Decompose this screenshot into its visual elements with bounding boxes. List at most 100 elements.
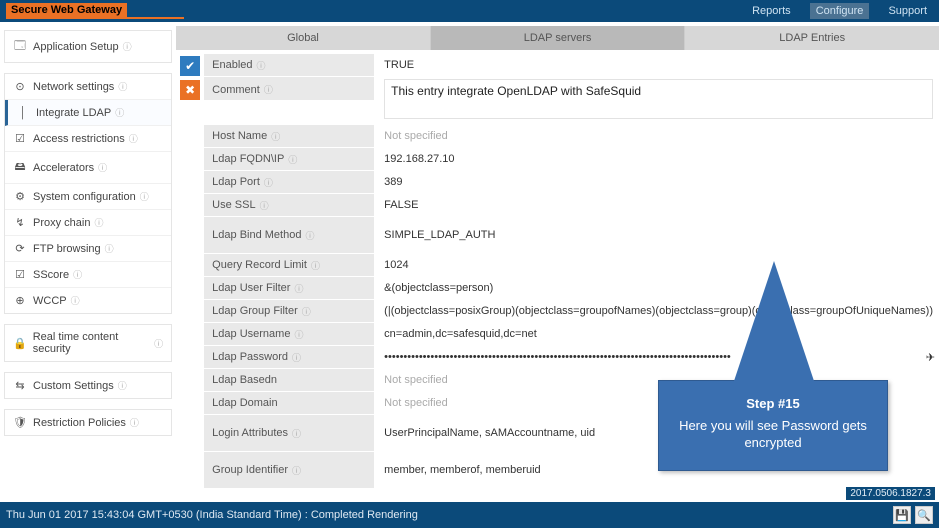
chain-icon: ↯ [13, 216, 27, 229]
callout-text: Here you will see Password gets encrypte… [679, 418, 867, 451]
label-password: Ldap Password [212, 351, 288, 363]
info-icon: ⓘ [288, 153, 297, 166]
brand-label: Secure Web Gateway [6, 3, 127, 17]
value-fqdn[interactable]: 192.168.27.10 [374, 148, 939, 170]
window-icon: 🗔 [13, 37, 27, 56]
drive-icon: 🖴 [13, 158, 27, 177]
top-bar: Secure Web Gateway Reports Configure Sup… [0, 0, 939, 22]
sidebar-item-wccp[interactable]: ⊕ WCCP ⓘ [5, 288, 171, 313]
callout-step: Step #15 [671, 395, 875, 413]
annotation-callout: Step #15 Here you will see Password gets… [658, 380, 888, 471]
sidebar-item-label: WCCP [33, 295, 67, 307]
info-icon: ⓘ [115, 106, 124, 119]
nav-configure[interactable]: Configure [810, 3, 870, 19]
row-actions: ✔ ✖ [180, 56, 200, 100]
sidebar-item-label: Proxy chain [33, 217, 90, 229]
label-ssl: Use SSL [212, 199, 255, 211]
label-comment: Comment [212, 84, 260, 96]
info-icon: ⓘ [264, 176, 273, 189]
sidebar: 🗔 Application Setup ⓘ ⊙ Network settings ⓘ │… [0, 22, 176, 502]
target-icon: ⊙ [13, 80, 27, 93]
textarea-comment[interactable] [384, 79, 933, 119]
sidebar-item-ftp[interactable]: ⟳FTP browsingⓘ [5, 236, 171, 262]
nav-reports[interactable]: Reports [746, 3, 797, 19]
info-icon: ⓘ [294, 282, 303, 295]
info-icon: ⓘ [98, 161, 107, 174]
brand-wrap: Secure Web Gateway [6, 4, 184, 19]
gear-icon: ⚙ [13, 190, 27, 203]
tab-ldap-servers[interactable]: LDAP servers [431, 26, 686, 50]
info-icon: ⓘ [292, 427, 301, 440]
circle-icon: ⊕ [13, 294, 27, 307]
info-icon: ⓘ [302, 305, 311, 318]
sidebar-item-access[interactable]: ☑ Access restrictions ⓘ [5, 126, 171, 152]
info-icon: ⓘ [305, 229, 314, 242]
sidebar-item-restriction[interactable]: 🛡Restriction Policiesⓘ [5, 410, 171, 435]
sidebar-item-system[interactable]: ⚙ System configuration ⓘ [5, 184, 171, 210]
value-password[interactable]: ••••••••••••••••••••••••••••••••••••••••… [374, 346, 939, 368]
info-icon: ⓘ [118, 80, 127, 93]
info-icon: ⓘ [123, 40, 132, 53]
send-icon: ✈ [926, 351, 935, 364]
sidebar-item-label: Real time content security [33, 331, 150, 355]
sidebar-item-realtime[interactable]: 🔒 Real time content security ⓘ [5, 325, 171, 361]
info-icon: ⓘ [264, 83, 273, 96]
sidebar-item-label: SScore [33, 269, 69, 281]
info-icon: ⓘ [154, 337, 163, 350]
label-domain: Ldap Domain [204, 392, 374, 414]
sidebar-item-custom[interactable]: ⇆Custom Settingsⓘ [5, 373, 171, 398]
label-username: Ldap Username [212, 328, 290, 340]
value-qrl[interactable]: 1024 [374, 254, 939, 276]
save-button[interactable]: 💾 [893, 506, 911, 524]
info-icon: ⓘ [73, 268, 82, 281]
label-fqdn: Ldap FQDN\IP [212, 153, 284, 165]
label-basedn: Ldap Basedn [204, 369, 374, 391]
info-icon: ⓘ [257, 59, 266, 72]
info-icon: ⓘ [71, 294, 80, 307]
check-icon: ☑ [13, 132, 27, 145]
version-label: 2017.0506.1827.3 [846, 487, 935, 500]
value-enabled[interactable]: TRUE [374, 54, 939, 76]
value-userfilter[interactable]: &(objectclass=person) [374, 277, 939, 299]
value-bind[interactable]: SIMPLE_LDAP_AUTH [374, 217, 939, 253]
delete-button[interactable]: ✖ [180, 80, 200, 100]
nav-support[interactable]: Support [882, 3, 933, 19]
info-icon: ⓘ [130, 416, 139, 429]
sidebar-item-label: Application Setup [33, 41, 119, 53]
sliders-icon: ⇆ [13, 379, 27, 392]
sidebar-item-label: Access restrictions [33, 133, 125, 145]
info-icon: ⓘ [94, 216, 103, 229]
value-username[interactable]: cn=admin,dc=safesquid,dc=net [374, 323, 939, 345]
label-bind: Ldap Bind Method [212, 229, 301, 241]
value-ssl[interactable]: FALSE [374, 194, 939, 216]
sidebar-item-proxy[interactable]: ↯ Proxy chain ⓘ [5, 210, 171, 236]
sidebar-item-label: Integrate LDAP [36, 107, 111, 119]
search-button[interactable]: 🔍 [915, 506, 933, 524]
tab-global[interactable]: Global [176, 26, 431, 50]
sidebar-item-label: Network settings [33, 81, 114, 93]
info-icon: ⓘ [129, 132, 138, 145]
sidebar-item-app-setup[interactable]: 🗔 Application Setup ⓘ [5, 31, 171, 62]
label-hostname: Host Name [212, 130, 267, 142]
info-icon: ⓘ [118, 379, 127, 392]
value-groupfilter[interactable]: (|(objectclass=posixGroup)(objectclass=g… [374, 300, 939, 322]
value-hostname[interactable]: Not specified [374, 125, 939, 147]
value-port[interactable]: 389 [374, 171, 939, 193]
info-icon: ⓘ [140, 190, 149, 203]
sidebar-item-ldap[interactable]: │ Integrate LDAP ⓘ [5, 100, 171, 126]
brand-underline [6, 17, 184, 19]
sidebar-item-sscore[interactable]: ☑SScoreⓘ [5, 262, 171, 288]
tabs: Global LDAP servers LDAP Entries [176, 26, 939, 50]
lock-icon: 🔒 [13, 337, 27, 350]
label-enabled: Enabled [212, 59, 252, 71]
label-groupid: Group Identifier [212, 464, 288, 476]
tree-icon: │ [16, 107, 30, 119]
confirm-button[interactable]: ✔ [180, 56, 200, 76]
label-port: Ldap Port [212, 176, 260, 188]
sidebar-item-network[interactable]: ⊙ Network settings ⓘ [5, 74, 171, 100]
tab-ldap-entries[interactable]: LDAP Entries [685, 26, 939, 50]
sidebar-item-label: System configuration [33, 191, 136, 203]
info-icon: ⓘ [294, 328, 303, 341]
info-icon: ⓘ [292, 351, 301, 364]
sidebar-item-accelerators[interactable]: 🖴Acceleratorsⓘ [5, 152, 171, 184]
